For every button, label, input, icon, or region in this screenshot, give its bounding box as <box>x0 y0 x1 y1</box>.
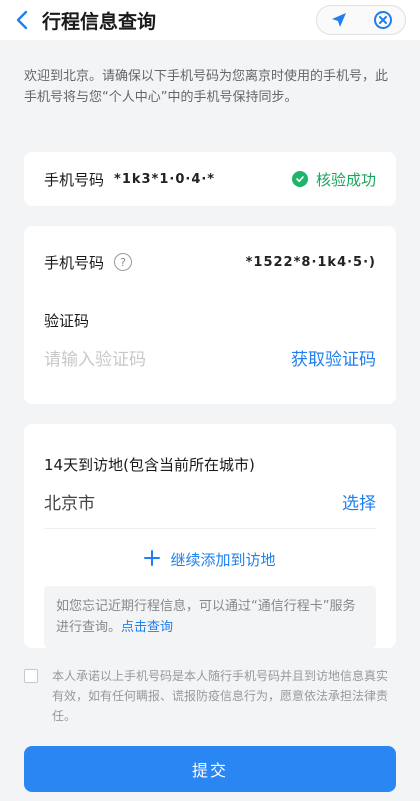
verification-status: 核验成功 <box>291 169 376 190</box>
select-button[interactable]: 选择 <box>342 489 376 514</box>
pledge-checkbox[interactable] <box>24 669 38 683</box>
verification-status-label: 核验成功 <box>315 170 376 189</box>
help-icon[interactable]: ? <box>114 253 133 271</box>
info-link[interactable]: 点击查询 <box>121 620 173 635</box>
city-value: 北京市 <box>44 494 95 514</box>
phone-form-card: 手机号码 ? *1522*8·1k4·5·) 验证码 请输入验证码 获取验证码 <box>24 226 396 404</box>
phone-value[interactable]: *1522*8·1k4·5·) <box>246 255 376 270</box>
destinations-label: 14天到访地(包含当前所在城市) <box>44 456 255 474</box>
destinations-card: 14天到访地(包含当前所在城市) 北京市 选择 继续添加到访地 如您忘记近期行程… <box>24 424 396 648</box>
check-circle-icon <box>291 171 308 187</box>
get-code-button[interactable]: 获取验证码 <box>291 345 376 370</box>
code-section: 验证码 请输入验证码 获取验证码 <box>44 310 376 370</box>
verified-phone-value: *1k3*1·0·4·* <box>114 171 216 187</box>
plus-icon <box>144 549 161 570</box>
page-title: 行程信息查询 <box>42 10 157 33</box>
location-arrow-icon[interactable] <box>321 6 357 34</box>
verified-phone-card: 手机号码 *1k3*1·0·4·* 核验成功 <box>24 152 396 206</box>
code-label: 验证码 <box>44 312 90 330</box>
info-box: 如您忘记近期行程信息，可以通过“通信行程卡”服务进行查询。点击查询 <box>44 586 376 648</box>
pledge-row: 本人承诺以上手机号码是本人随行手机号码并且到访地信息真实有效，如有任何瞒报、谎报… <box>24 666 396 726</box>
divider <box>44 528 376 529</box>
add-destination-label: 继续添加到访地 <box>170 551 276 569</box>
info-text: 如您忘记近期行程信息，可以通过“通信行程卡”服务进行查询。 <box>56 599 356 635</box>
back-arrow-icon[interactable] <box>8 0 36 40</box>
add-destination-button[interactable]: 继续添加到访地 <box>44 549 376 570</box>
close-icon[interactable] <box>365 6 401 34</box>
phone-label: 手机号码 <box>44 253 105 272</box>
app-header: 行程信息查询 <box>0 0 420 40</box>
submit-button[interactable]: 提交 <box>24 746 396 792</box>
phone-row: 手机号码 ? *1522*8·1k4·5·) <box>44 232 376 292</box>
pledge-text: 本人承诺以上手机号码是本人随行手机号码并且到访地信息真实有效，如有任何瞒报、谎报… <box>52 669 389 723</box>
code-input[interactable]: 请输入验证码 <box>44 345 146 370</box>
verified-phone-label: 手机号码 <box>44 170 105 189</box>
mini-program-capsule <box>316 5 406 35</box>
notice-text: 欢迎到北京。请确保以下手机号码为您离京时使用的手机号，此手机号将与您“个人中心”… <box>24 69 389 105</box>
